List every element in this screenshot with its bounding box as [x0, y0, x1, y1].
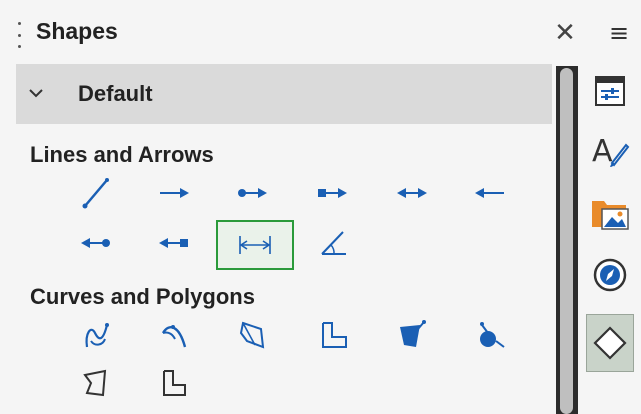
panel-header: Shapes [0, 0, 555, 64]
polygon-45-icon [322, 322, 347, 348]
shape-polygon-45[interactable] [306, 312, 362, 358]
arrow-square-icon [159, 238, 188, 248]
navigator-icon [593, 258, 627, 292]
shape-line-ends-with-arrow[interactable] [146, 170, 202, 216]
drag-handle-icon[interactable] [18, 22, 22, 48]
shape-filled-polygon-45[interactable] [146, 360, 202, 406]
diagonal-line-icon [82, 178, 109, 209]
filled-polygon-icon [400, 320, 426, 347]
shape-line-square-arrow[interactable] [304, 170, 360, 216]
sidebar-tab-shapes[interactable] [586, 314, 634, 372]
arrow-right-icon [160, 188, 189, 198]
shape-line-starts-with-arrow[interactable] [462, 170, 518, 216]
shape-filled-polygon[interactable] [384, 312, 440, 358]
double-arrow-icon [397, 188, 427, 198]
shape-line[interactable] [68, 170, 124, 216]
close-button[interactable]: ✕ [550, 18, 580, 48]
shape-line-circle-arrow[interactable] [224, 170, 280, 216]
shape-line-arrow-circle[interactable] [68, 220, 124, 266]
default-section-header[interactable]: Default [16, 64, 552, 124]
shape-polygon[interactable] [224, 312, 280, 358]
shape-angle-line[interactable] [306, 220, 362, 266]
chevron-down-icon [29, 89, 43, 98]
sidebar-deck: A [580, 64, 641, 414]
shape-filled-polygon-2[interactable] [68, 360, 124, 406]
filled-polygon-45-icon [163, 370, 186, 396]
shapes-icon [593, 326, 627, 360]
circle-arrow-icon [238, 188, 267, 198]
curve-icon [85, 323, 109, 348]
sidebar-tab-gallery[interactable] [586, 188, 634, 238]
shape-freeform-line[interactable] [462, 312, 518, 358]
dimension-line-icon [239, 236, 271, 254]
shape-dimension-line[interactable] [216, 220, 294, 270]
sidebar-tab-styles[interactable]: A [586, 126, 634, 176]
square-arrow-icon [318, 188, 347, 198]
styles-icon: A [592, 134, 630, 169]
shape-line-with-arrows[interactable] [384, 170, 440, 216]
angle-icon [321, 231, 346, 255]
sidebar-tab-navigator[interactable] [586, 250, 634, 300]
properties-icon [595, 76, 625, 106]
filled-curve-icon [161, 325, 187, 348]
arrow-circle-icon [81, 238, 110, 248]
arrow-left-icon [475, 188, 504, 198]
freeform-icon [480, 322, 505, 348]
gallery-icon [592, 201, 629, 230]
polygon-icon [239, 321, 265, 349]
shapes-panel: Shapes ✕ ≡ Default Lines and Arrows Curv… [0, 0, 641, 414]
filled-polygon-icon [83, 369, 107, 397]
sidebar-tab-properties[interactable] [586, 66, 634, 116]
shape-filled-curve[interactable] [146, 312, 202, 358]
panel-title: Shapes [36, 18, 118, 44]
sidebar-menu-button[interactable]: ≡ [604, 18, 634, 48]
group-label-lines-and-arrows: Lines and Arrows [30, 142, 214, 167]
shape-line-arrow-square[interactable] [146, 220, 202, 266]
group-label-curves-and-polygons: Curves and Polygons [30, 284, 255, 309]
svg-text:A: A [592, 134, 613, 169]
shape-curve[interactable] [68, 312, 124, 358]
scrollbar-thumb[interactable] [560, 68, 573, 414]
section-label: Default [78, 81, 153, 106]
scrollbar[interactable] [556, 66, 578, 414]
